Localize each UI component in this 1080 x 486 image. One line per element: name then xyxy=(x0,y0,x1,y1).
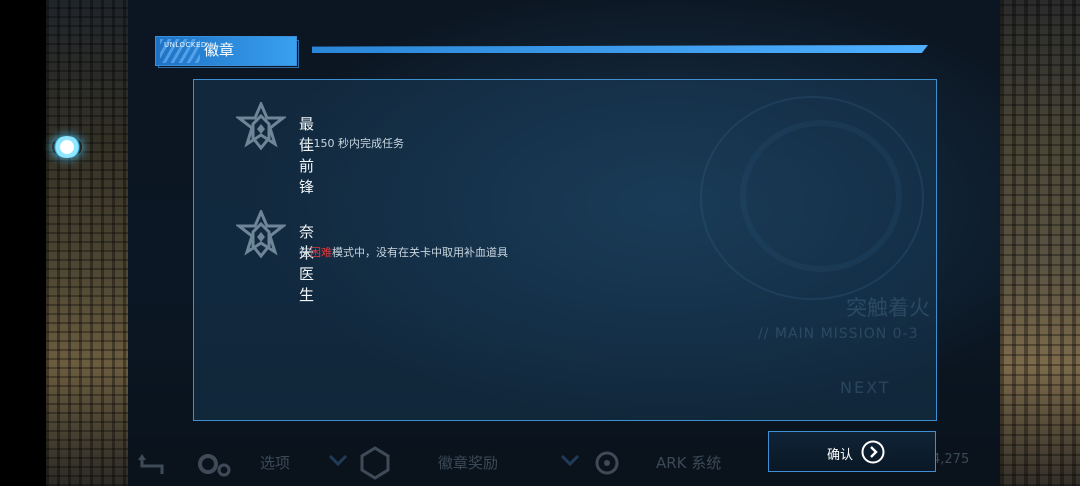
badge-name: 最佳前锋 xyxy=(299,115,315,196)
bottom-toolbar: 选项 徽章奖励 ARK 系统 xyxy=(128,440,768,486)
star-shield-icon xyxy=(236,102,286,151)
chevron-icon xyxy=(328,454,348,467)
arrow-right-circle-icon xyxy=(861,440,885,464)
city-map-right xyxy=(1000,0,1080,486)
badge-description: 在 150 秒内完成任务 xyxy=(299,137,404,150)
options-label: 选项 xyxy=(260,454,291,472)
badge-reward-icon xyxy=(360,446,390,480)
header-tab: UNLOCKED 徽章 xyxy=(155,36,297,66)
map-location-marker[interactable] xyxy=(52,136,82,158)
back-icon xyxy=(138,454,164,474)
ark-system-label: ARK 系统 xyxy=(656,454,722,472)
unlocked-label: UNLOCKED xyxy=(164,41,207,49)
gear-icon xyxy=(198,454,231,477)
badge-name: 奈米医生 xyxy=(299,223,315,304)
confirm-label: 确认 xyxy=(827,448,854,463)
ark-system-icon xyxy=(595,451,619,475)
star-shield-icon xyxy=(236,210,286,259)
page-title: 徽章 xyxy=(204,41,235,59)
confirm-button[interactable]: 确认 xyxy=(768,431,936,472)
stat-b: 4,275 xyxy=(932,452,970,467)
left-letterbox xyxy=(0,0,46,486)
badge-description: 在困难模式中，没有在关卡中取用补血道具 xyxy=(299,246,508,259)
city-map-left xyxy=(46,0,128,486)
badge-reward-label: 徽章奖励 xyxy=(438,454,499,472)
chevron-icon xyxy=(560,454,580,467)
